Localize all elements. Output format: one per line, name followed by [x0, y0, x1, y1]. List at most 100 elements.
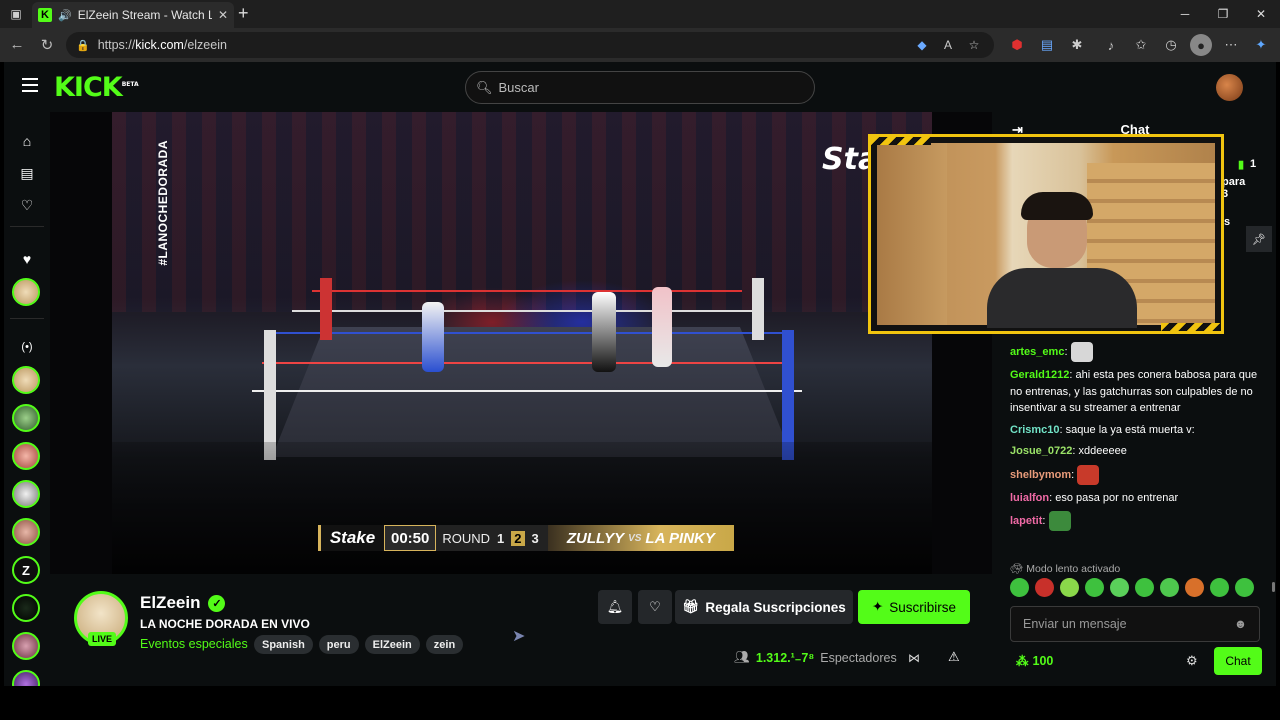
minimize-icon[interactable]: ─	[1166, 0, 1204, 28]
viewer-number-glitch: ¹₋7⁸	[790, 651, 815, 665]
logo-text: KICK	[54, 72, 123, 103]
chat-username[interactable]: shelbymom	[1010, 468, 1071, 480]
browse-icon[interactable]: ▤	[18, 164, 36, 182]
emote-icon[interactable]	[1060, 578, 1079, 597]
tag-icon[interactable]: ◆	[912, 35, 932, 55]
chat-username[interactable]: lapetit	[1010, 515, 1042, 527]
user-avatar[interactable]	[1216, 74, 1243, 101]
emote-icon[interactable]	[1085, 578, 1104, 597]
sidebar-channel-avatar[interactable]	[12, 480, 40, 508]
emote-icon[interactable]	[1210, 578, 1229, 597]
fight-clock: 00:50	[384, 525, 437, 551]
share-icon[interactable]: ⋈	[908, 651, 920, 665]
browser-tab[interactable]: K 🔊 ElZeein Stream - Watch Live ✕	[32, 2, 234, 28]
favorites-icon[interactable]: ✩	[1130, 34, 1152, 56]
read-aloud-icon[interactable]: A	[938, 35, 958, 55]
chat-username[interactable]: Josue_0722	[1010, 445, 1072, 457]
favorites-heart-icon[interactable]: ♥	[18, 250, 36, 268]
menu-icon[interactable]	[22, 78, 38, 92]
channel-name[interactable]: ElZeein	[140, 593, 200, 613]
webcam-feed	[877, 143, 1215, 328]
chat-scrollbar[interactable]	[1272, 582, 1275, 592]
sidebar-channel-avatar[interactable]	[12, 366, 40, 394]
new-tab-icon[interactable]: +	[238, 4, 249, 22]
stream-category[interactable]: Eventos especiales	[140, 637, 248, 651]
back-icon[interactable]: ←	[2, 36, 32, 53]
sidebar-channel-avatar[interactable]	[12, 670, 40, 686]
reload-icon[interactable]: ↻	[32, 36, 62, 54]
copilot-icon[interactable]: ✦	[1250, 34, 1272, 56]
performance-icon[interactable]: ♪	[1100, 34, 1122, 56]
viewer-number: 1.312.	[755, 651, 791, 665]
gift-subs-button[interactable]: 🎁︎ Regala Suscripciones	[675, 590, 853, 624]
live-channels-icon[interactable]: (•)	[18, 338, 36, 356]
emote-icon[interactable]	[1160, 578, 1179, 597]
chat-settings-gear-icon[interactable]: ⚙	[1186, 653, 1198, 669]
scorebar-brand: Stake	[318, 525, 384, 551]
extensions-icon[interactable]: ✱	[1066, 34, 1088, 56]
follow-heart-button[interactable]: ♡	[638, 590, 672, 624]
close-tab-icon[interactable]: ✕	[218, 8, 228, 22]
send-chat-button[interactable]: Chat	[1214, 647, 1262, 675]
home-icon[interactable]: ⌂	[18, 132, 36, 150]
report-warning-icon[interactable]: ⚠	[948, 649, 960, 665]
chat-username[interactable]: Crismc10	[1010, 424, 1060, 436]
extension-shield-icon[interactable]: ⬢	[1006, 34, 1028, 56]
following-icon[interactable]: ♡	[18, 196, 36, 214]
address-bar[interactable]: 🔒 https://kick.com/elzeein ◆ A ☆	[66, 32, 994, 58]
sidebar-channel-avatar[interactable]	[12, 594, 40, 622]
chat-messages: artes_emc: Gerald1212: ahi esta pes cone…	[1010, 342, 1266, 536]
boxing-scene	[112, 112, 932, 574]
tab-actions-icon[interactable]: ▣	[0, 0, 32, 28]
chat-text: xddeeeee	[1078, 445, 1127, 457]
site-info-icon[interactable]: 🔒	[76, 39, 90, 52]
cat-emote-icon	[1070, 342, 1093, 362]
fighter-blue	[422, 302, 444, 372]
referee	[592, 292, 616, 372]
favorite-star-icon[interactable]: ☆	[964, 35, 984, 55]
emote-icon[interactable]	[1135, 578, 1154, 597]
tag-pill[interactable]: Spanish	[254, 635, 313, 654]
vs-label: VS	[628, 532, 642, 544]
emote-icon[interactable]	[1010, 578, 1029, 597]
sidebar-channel-avatar[interactable]	[12, 442, 40, 470]
close-window-icon[interactable]: ✕	[1242, 0, 1280, 28]
sidebar-channel-avatar[interactable]	[12, 278, 40, 306]
fight-scorebar: Stake 00:50 ROUND 1 2 3 ZULLYY VS LA PIN…	[318, 525, 734, 551]
extension-doc-icon[interactable]: ▤	[1036, 34, 1058, 56]
beta-badge: BETA	[121, 81, 139, 88]
search-input[interactable]: 🔍︎ Buscar	[465, 71, 815, 104]
tag-pill[interactable]: peru	[318, 635, 359, 654]
pin-icon[interactable]: 📌︎	[1246, 226, 1272, 252]
tag-pill[interactable]: zein	[425, 635, 464, 654]
channel-points[interactable]: ⁂ 100	[1016, 653, 1053, 669]
history-icon[interactable]: ◷	[1160, 34, 1182, 56]
video-player[interactable]: #LANOCHEDORADA Stake Stake 00:50 ROUND 1…	[50, 112, 992, 574]
chat-username[interactable]: luialfon	[1010, 492, 1049, 504]
sidebar-channel-avatar[interactable]: Z	[12, 556, 40, 584]
kick-logo[interactable]: KICKBETA	[54, 72, 139, 103]
notification-bell-button[interactable]: 🔔︎	[598, 590, 632, 624]
window-controls: ─ ❐ ✕	[1166, 0, 1280, 28]
tag-pill[interactable]: ElZeein	[364, 635, 420, 654]
more-menu-icon[interactable]: ⋯	[1220, 34, 1242, 56]
emote-icon[interactable]	[1110, 578, 1129, 597]
chat-username[interactable]: artes_emc	[1010, 346, 1064, 358]
emote-icon[interactable]	[1185, 578, 1204, 597]
profile-icon[interactable]: ●	[1190, 34, 1212, 56]
maximize-icon[interactable]: ❐	[1204, 0, 1242, 28]
emote-icon[interactable]	[1035, 578, 1054, 597]
slow-mode-text: Modo lento activado	[1026, 563, 1121, 575]
audio-playing-icon[interactable]: 🔊	[58, 9, 72, 22]
emoji-picker-icon[interactable]: ☻	[1234, 617, 1247, 631]
sidebar-channel-avatar[interactable]	[12, 632, 40, 660]
frog-emote-icon	[1048, 511, 1071, 531]
sidebar-channel-avatar[interactable]	[12, 518, 40, 546]
pinned-peek-text: s	[1224, 216, 1231, 228]
sidebar-channel-avatar[interactable]	[12, 404, 40, 432]
subscribe-button[interactable]: ✦ Suscribirse	[858, 590, 970, 624]
chat-message-input[interactable]: Enviar un mensaje ☻	[1010, 606, 1260, 642]
emote-icon[interactable]	[1235, 578, 1254, 597]
kick-page: KICKBETA 🔍︎ Buscar ⌂ ▤ ♡ ♥ (•) Z #LANOCH…	[4, 62, 1276, 686]
chat-username[interactable]: Gerald1212	[1010, 369, 1069, 381]
